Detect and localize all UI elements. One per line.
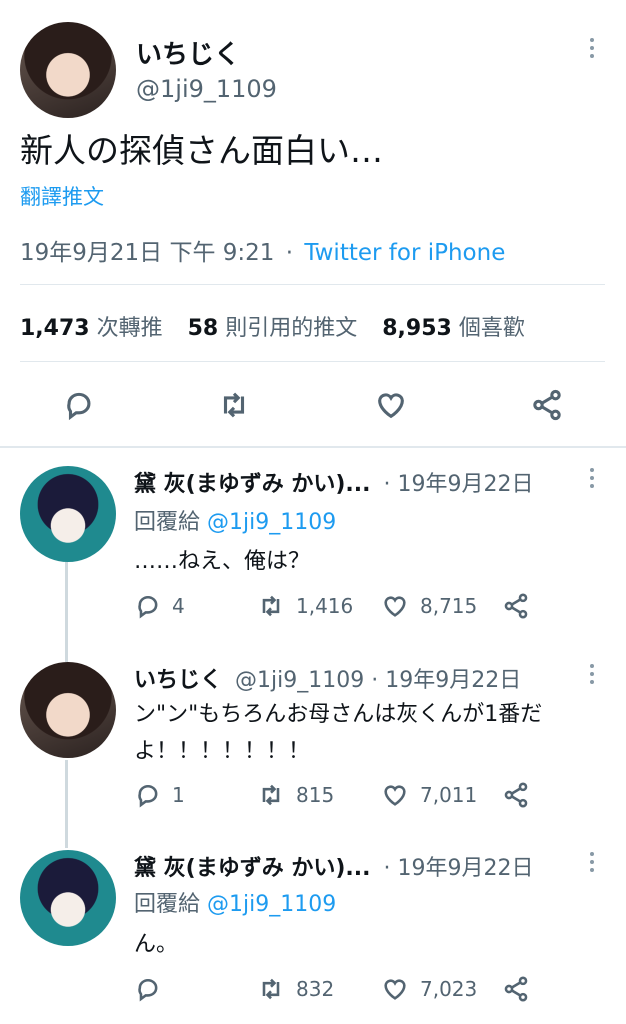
reply-header: 黛 灰(まゆずみ かい)... · 19年9月22日 — [134, 466, 534, 498]
more-icon[interactable] — [589, 38, 595, 62]
reply-avatar[interactable] — [20, 850, 116, 946]
tweet-source[interactable]: Twitter for iPhone — [304, 240, 505, 266]
like-icon — [384, 785, 406, 806]
like-icon — [384, 979, 406, 1000]
like-count: 8,715 — [420, 594, 478, 618]
share-button[interactable] — [502, 592, 530, 620]
reply-to-line: 回覆給 @1ji9_1109 — [134, 886, 336, 918]
reply-button[interactable]: 4 — [134, 592, 185, 620]
reply-prefix: 回覆給 — [134, 892, 201, 917]
like-count: 7,023 — [420, 977, 478, 1001]
quotes-stat[interactable]: 58 則引用的推文 — [188, 316, 365, 341]
like-button[interactable]: 7,023 — [380, 975, 477, 1003]
retweet-icon — [262, 978, 280, 1000]
retweet-button[interactable] — [216, 388, 252, 422]
retweet-count: 815 — [296, 783, 335, 807]
retweet-count: 1,416 — [296, 594, 354, 618]
reply-to-handle[interactable]: @1ji9_1109 — [207, 892, 336, 917]
retweet-icon — [262, 595, 280, 617]
reply-button[interactable] — [62, 388, 96, 422]
share-icon — [533, 389, 561, 421]
reply-meta[interactable]: · 19年9月22日 — [384, 472, 534, 497]
reply-icon — [138, 596, 158, 619]
retweets-count: 1,473 — [20, 316, 90, 341]
author-display-name[interactable]: いちじく — [136, 34, 240, 71]
tweet-meta: 19年9月21日 下午 9:21 · Twitter for iPhone — [20, 233, 505, 267]
retweets-label: 次轉推 — [96, 316, 163, 341]
divider — [20, 284, 605, 285]
like-button[interactable]: 8,715 — [380, 592, 477, 620]
likes-stat[interactable]: 8,953 個喜歡 — [382, 316, 525, 341]
reply-avatar[interactable] — [20, 662, 116, 758]
likes-label: 個喜歡 — [458, 316, 525, 341]
reply-icon — [67, 392, 91, 421]
like-button[interactable]: 7,011 — [380, 781, 477, 809]
more-icon[interactable] — [589, 664, 595, 688]
retweet-button[interactable]: 815 — [256, 781, 334, 809]
likes-count: 8,953 — [382, 316, 452, 341]
tweet-stats: 1,473 次轉推 58 則引用的推文 8,953 個喜歡 — [20, 310, 525, 342]
retweet-icon — [262, 784, 280, 806]
reply-button[interactable] — [134, 975, 172, 1003]
like-icon — [378, 393, 404, 419]
retweet-button[interactable]: 1,416 — [256, 592, 353, 620]
share-button[interactable] — [502, 781, 530, 809]
like-icon — [384, 596, 406, 617]
quotes-label: 則引用的推文 — [225, 316, 358, 341]
reply-header: いちじく @1ji9_1109 · 19年9月22日 — [134, 662, 521, 694]
reply-count: 4 — [172, 594, 185, 618]
reply-meta[interactable]: @1ji9_1109 · 19年9月22日 — [235, 668, 521, 693]
reply-display-name[interactable]: いちじく — [134, 668, 222, 693]
reply-count: 1 — [172, 783, 185, 807]
share-icon — [504, 976, 528, 1002]
retweet-icon — [223, 392, 245, 418]
reply-prefix: 回覆給 — [134, 510, 201, 535]
translate-link[interactable]: 翻譯推文 — [20, 181, 104, 211]
tweet-text: 新人の探偵さん面白い… — [20, 131, 383, 170]
reply-icon — [138, 785, 158, 808]
reply-icon — [138, 979, 158, 1002]
retweet-button[interactable]: 832 — [256, 975, 334, 1003]
share-button[interactable] — [502, 975, 530, 1003]
reply-display-name[interactable]: 黛 灰(まゆずみ かい)... — [134, 856, 371, 881]
divider — [20, 361, 605, 362]
quotes-count: 58 — [187, 316, 219, 341]
reply-avatar[interactable] — [20, 466, 116, 562]
share-button[interactable] — [530, 388, 564, 422]
author-handle[interactable]: @1ji9_1109 — [136, 75, 277, 103]
thread-line — [65, 760, 68, 848]
share-icon — [504, 782, 528, 808]
reply-display-name[interactable]: 黛 灰(まゆずみ かい)... — [134, 472, 371, 497]
author-avatar[interactable] — [20, 22, 116, 118]
reply-text: ん。 — [134, 932, 179, 957]
thread-line — [65, 562, 68, 662]
more-icon[interactable] — [589, 468, 595, 492]
reply-meta[interactable]: · 19年9月22日 — [384, 856, 534, 881]
reply-to-handle[interactable]: @1ji9_1109 — [207, 510, 336, 535]
share-icon — [504, 593, 528, 619]
meta-separator: · — [285, 240, 294, 266]
like-count: 7,011 — [420, 783, 478, 807]
reply-button[interactable]: 1 — [134, 781, 185, 809]
section-divider — [0, 446, 626, 448]
like-button[interactable] — [373, 388, 409, 422]
reply-text-line1: ン"ン"もちろんお母さんは灰くんが1番だ — [134, 702, 543, 727]
retweets-stat[interactable]: 1,473 次轉推 — [20, 316, 170, 341]
reply-to-line: 回覆給 @1ji9_1109 — [134, 504, 336, 536]
more-icon[interactable] — [589, 852, 595, 876]
retweet-count: 832 — [296, 977, 335, 1001]
reply-text-line2: よ！！！！！！！ — [134, 739, 311, 764]
reply-text: ……ねえ、俺は？ — [134, 549, 311, 574]
reply-header: 黛 灰(まゆずみ かい)... · 19年9月22日 — [134, 850, 534, 882]
tweet-timestamp[interactable]: 19年9月21日 下午 9:21 — [20, 240, 274, 266]
